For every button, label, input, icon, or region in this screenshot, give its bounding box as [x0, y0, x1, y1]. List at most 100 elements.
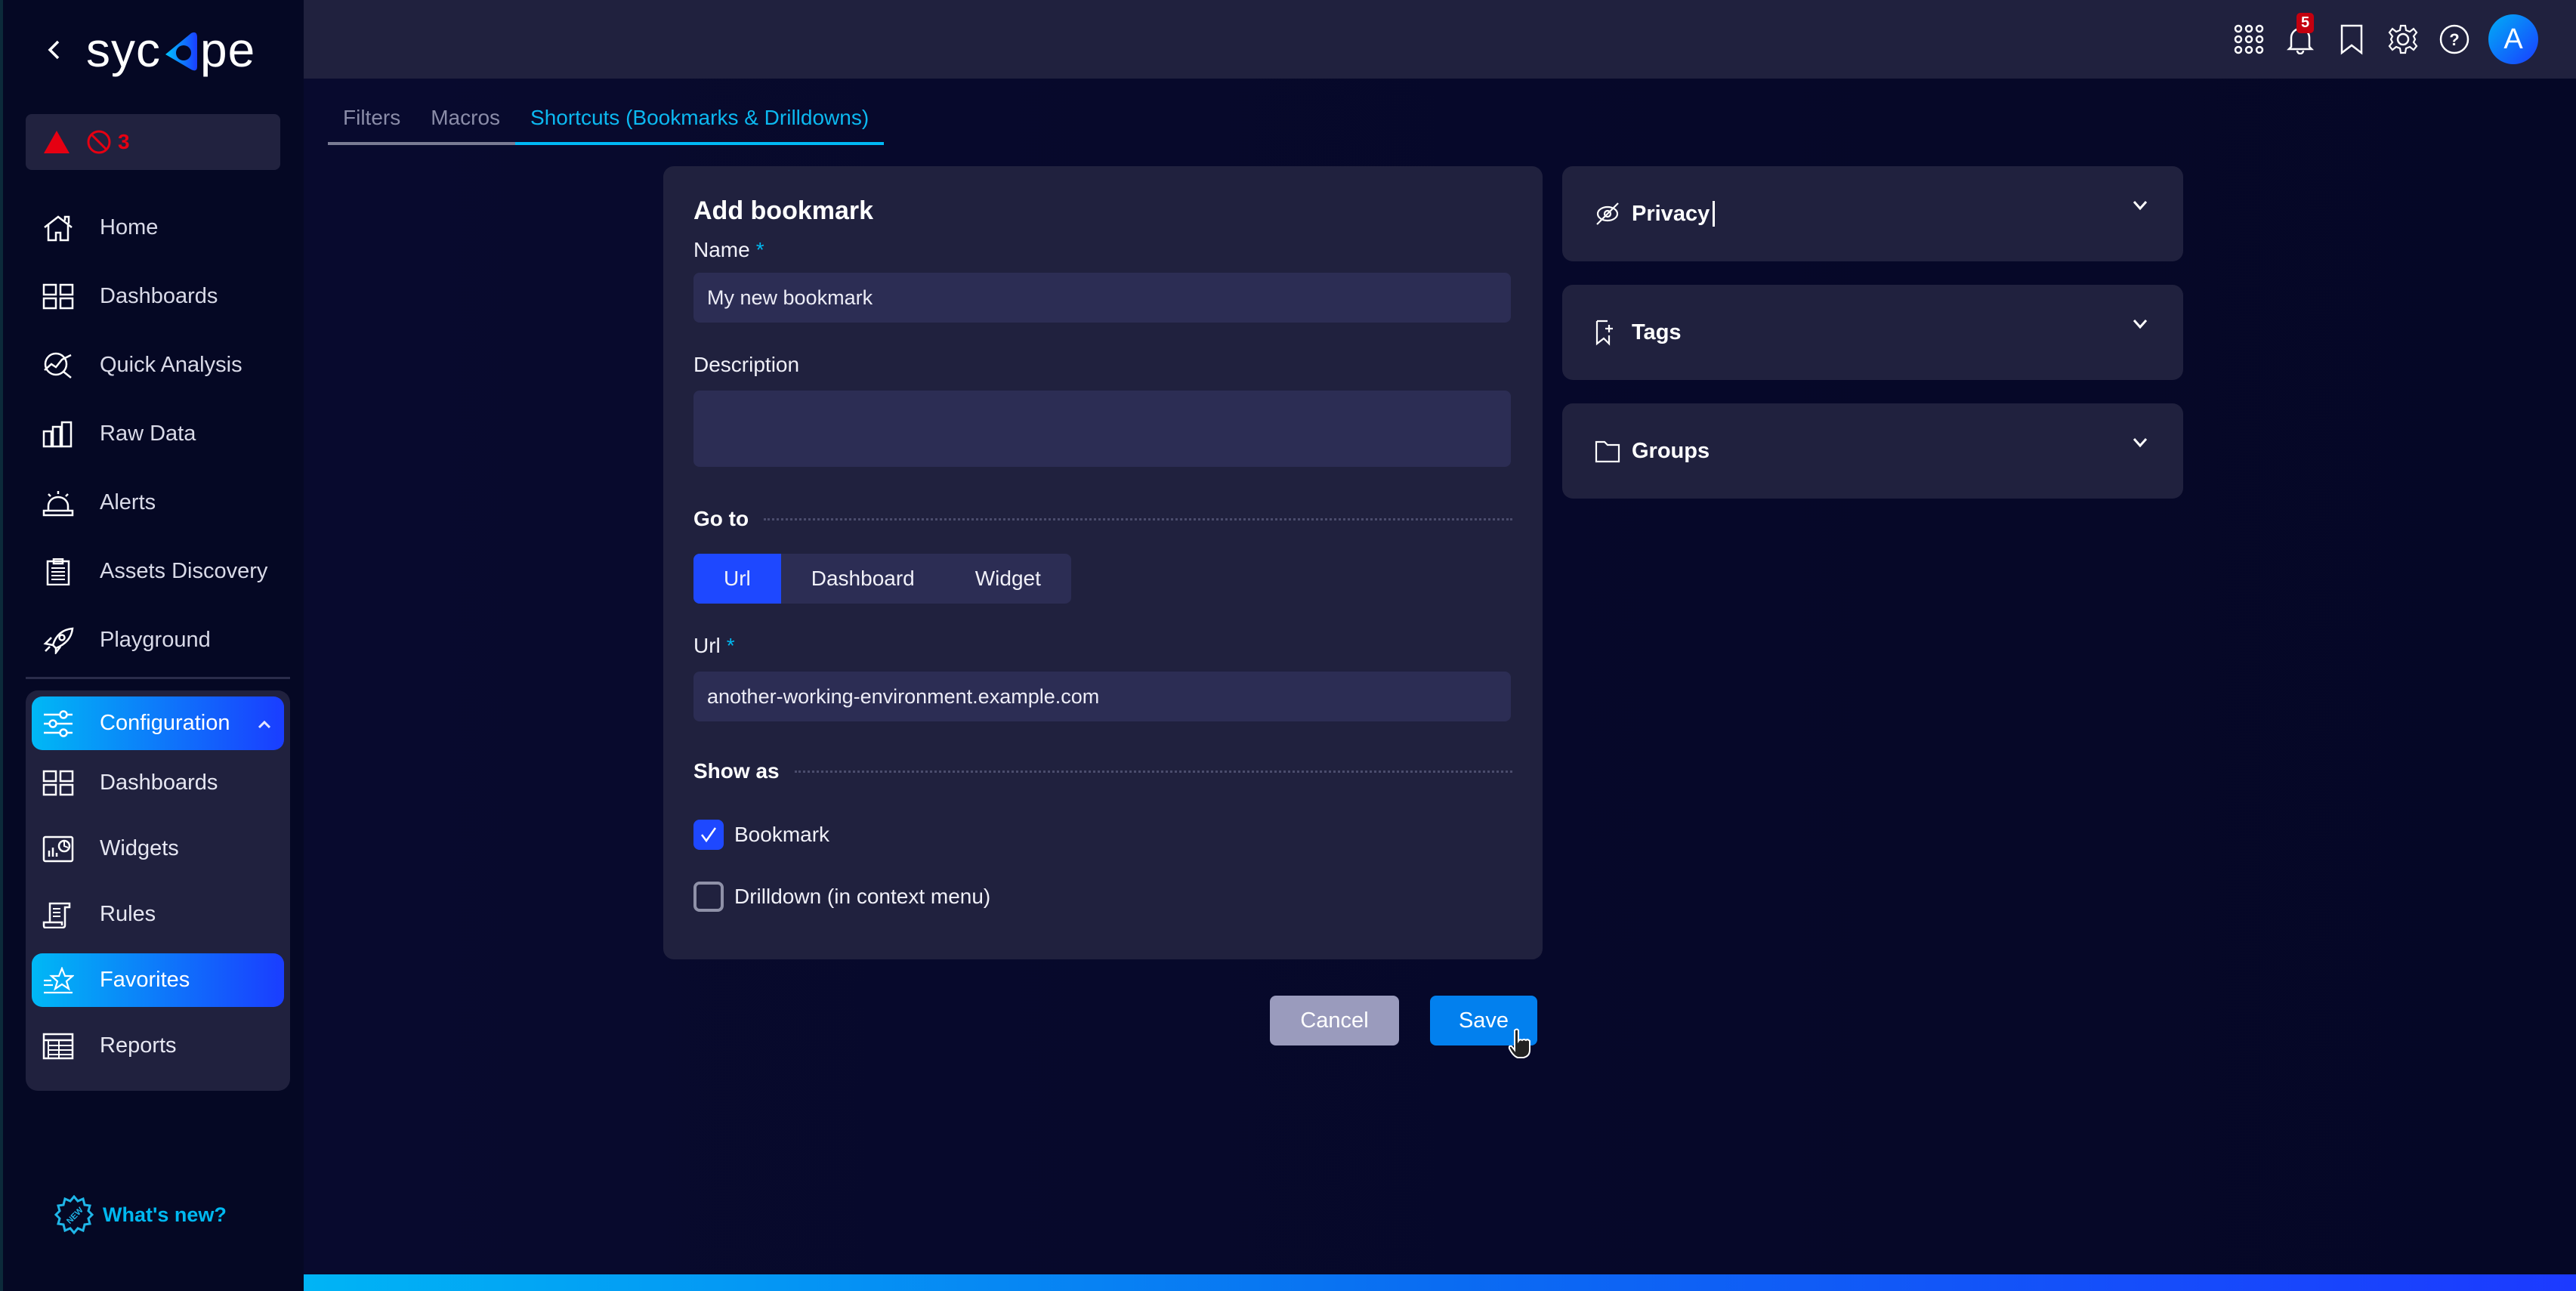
svg-text:?: ? — [2449, 30, 2459, 49]
user-avatar[interactable]: A — [2488, 14, 2538, 64]
sliders-icon — [42, 708, 74, 740]
rules-icon — [42, 899, 74, 931]
apps-grid-icon — [2234, 24, 2264, 54]
sidebar-item-raw-data[interactable]: Raw Data — [26, 400, 290, 468]
alarm-icon — [42, 487, 74, 519]
blocked-icon — [87, 130, 111, 154]
sidebar-item-rules[interactable]: Rules — [32, 882, 284, 947]
logo-mark-icon — [165, 32, 197, 71]
sidebar-item-home[interactable]: Home — [26, 193, 290, 262]
tags-panel-title: Tags — [1632, 320, 1682, 344]
bookmark-checkbox-row[interactable]: Bookmark — [693, 818, 1512, 851]
sidebar-item-dashboards[interactable]: Dashboards — [26, 262, 290, 331]
add-bookmark-form: Add bookmark Name* Description Go to Url… — [663, 166, 1543, 959]
sidebar-item-reports[interactable]: Reports — [32, 1013, 284, 1079]
url-input[interactable] — [693, 672, 1511, 721]
bookmark-icon — [2340, 24, 2363, 55]
sidebar-item-configuration[interactable]: Configuration — [32, 696, 284, 750]
new-badge-icon: NEW — [54, 1195, 94, 1234]
sidebar-item-widgets[interactable]: Widgets — [32, 816, 284, 882]
collapse-sidebar-button[interactable] — [39, 35, 69, 65]
privacy-panel-title: Privacy — [1632, 201, 1710, 226]
goto-section-header: Go to — [693, 502, 1512, 536]
chevron-up-icon — [257, 712, 272, 735]
checkmark-icon — [701, 827, 717, 843]
sidebar: syc pe 3 Home Dashboards Quick Analysis … — [0, 0, 304, 1291]
alert-count: 3 — [118, 130, 130, 153]
rocket-icon — [42, 625, 74, 656]
sidebar-item-alerts[interactable]: Alerts — [26, 468, 290, 537]
dashboards-icon — [42, 767, 74, 799]
drilldown-checkbox-row[interactable]: Drilldown (in context menu) — [693, 880, 1512, 913]
notifications-button[interactable]: 5 — [2283, 13, 2318, 57]
description-textarea[interactable] — [693, 391, 1511, 467]
alerts-status[interactable]: 3 — [26, 114, 280, 170]
privacy-panel[interactable]: Privacy — [1562, 166, 2183, 261]
gear-icon — [2388, 24, 2418, 54]
tab-shortcuts[interactable]: Shortcuts (Bookmarks & Drilldowns) — [515, 101, 885, 145]
notifications-count-badge: 5 — [2296, 13, 2315, 33]
drilldown-checkbox[interactable] — [693, 882, 724, 912]
bookmarks-button[interactable] — [2334, 22, 2369, 57]
groups-panel-title: Groups — [1632, 438, 1710, 463]
home-icon — [42, 212, 74, 244]
required-mark: * — [755, 238, 764, 261]
bottom-accent-bar — [304, 1274, 2576, 1291]
show-as-label: Show as — [693, 759, 780, 783]
whats-new-link[interactable]: NEW What's new? — [54, 1195, 227, 1234]
settings-button[interactable] — [2386, 22, 2420, 57]
chevron-left-icon — [48, 40, 60, 60]
eye-off-icon — [1596, 202, 1619, 225]
url-label-text: Url — [693, 634, 721, 657]
sidebar-item-config-dashboards[interactable]: Dashboards — [32, 750, 284, 816]
clipboard-icon — [42, 556, 74, 588]
name-label: Name * — [693, 235, 1512, 265]
drilldown-checkbox-label: Drilldown (in context menu) — [734, 885, 991, 908]
sidebar-item-favorites[interactable]: Favorites — [32, 953, 284, 1007]
required-mark: * — [726, 634, 735, 657]
tags-panel[interactable]: Tags — [1562, 285, 2183, 380]
logo: syc pe — [86, 23, 256, 77]
help-icon: ? — [2439, 24, 2469, 54]
groups-panel[interactable]: Groups — [1562, 403, 2183, 499]
main-content: Filters Macros Shortcuts (Bookmarks & Dr… — [304, 79, 2576, 1274]
brand: syc pe — [39, 21, 255, 79]
sidebar-item-assets-discovery[interactable]: Assets Discovery — [26, 537, 290, 606]
name-input[interactable] — [693, 273, 1511, 323]
tab-macros[interactable]: Macros — [415, 101, 516, 145]
warning-triangle-icon — [44, 131, 69, 153]
tab-filters[interactable]: Filters — [328, 101, 416, 145]
name-label-text: Name — [693, 238, 750, 261]
favorites-icon — [42, 965, 74, 996]
bookmark-checkbox[interactable] — [693, 820, 724, 850]
bookmark-plus-icon — [1595, 320, 1613, 346]
svg-text:NEW: NEW — [65, 1206, 85, 1226]
hand-pointer-icon — [1508, 1028, 1530, 1058]
apps-grid-button[interactable] — [2232, 22, 2266, 57]
help-button[interactable]: ? — [2437, 22, 2472, 57]
cancel-button[interactable]: Cancel — [1270, 996, 1399, 1045]
top-actions: 5 ? A — [2232, 12, 2538, 66]
bookmark-checkbox-label: Bookmark — [734, 823, 830, 846]
sidebar-divider — [26, 677, 290, 679]
sidebar-item-playground[interactable]: Playground — [26, 606, 290, 675]
chevron-down-icon — [2132, 437, 2148, 452]
goto-label: Go to — [693, 507, 749, 530]
top-bar: 5 ? A — [304, 0, 2576, 79]
main-nav: Home Dashboards Quick Analysis Raw Data … — [26, 193, 290, 675]
chevron-down-icon — [2132, 318, 2148, 334]
goto-widget-option[interactable]: Widget — [945, 554, 1071, 604]
folder-icon — [1595, 440, 1620, 463]
goto-url-option[interactable]: Url — [693, 554, 781, 604]
sidebar-item-quick-analysis[interactable]: Quick Analysis — [26, 331, 290, 400]
section-divider — [764, 517, 1512, 520]
goto-segmented-control: Url Dashboard Widget — [693, 554, 1071, 604]
chevron-down-icon — [2132, 199, 2148, 215]
quick-analysis-icon — [42, 350, 74, 381]
show-as-section-header: Show as — [693, 755, 1512, 788]
raw-data-icon — [42, 418, 74, 450]
description-label: Description — [693, 353, 800, 376]
goto-dashboard-option[interactable]: Dashboard — [781, 554, 945, 604]
text-caret — [1713, 201, 1716, 227]
reports-icon — [42, 1030, 74, 1062]
